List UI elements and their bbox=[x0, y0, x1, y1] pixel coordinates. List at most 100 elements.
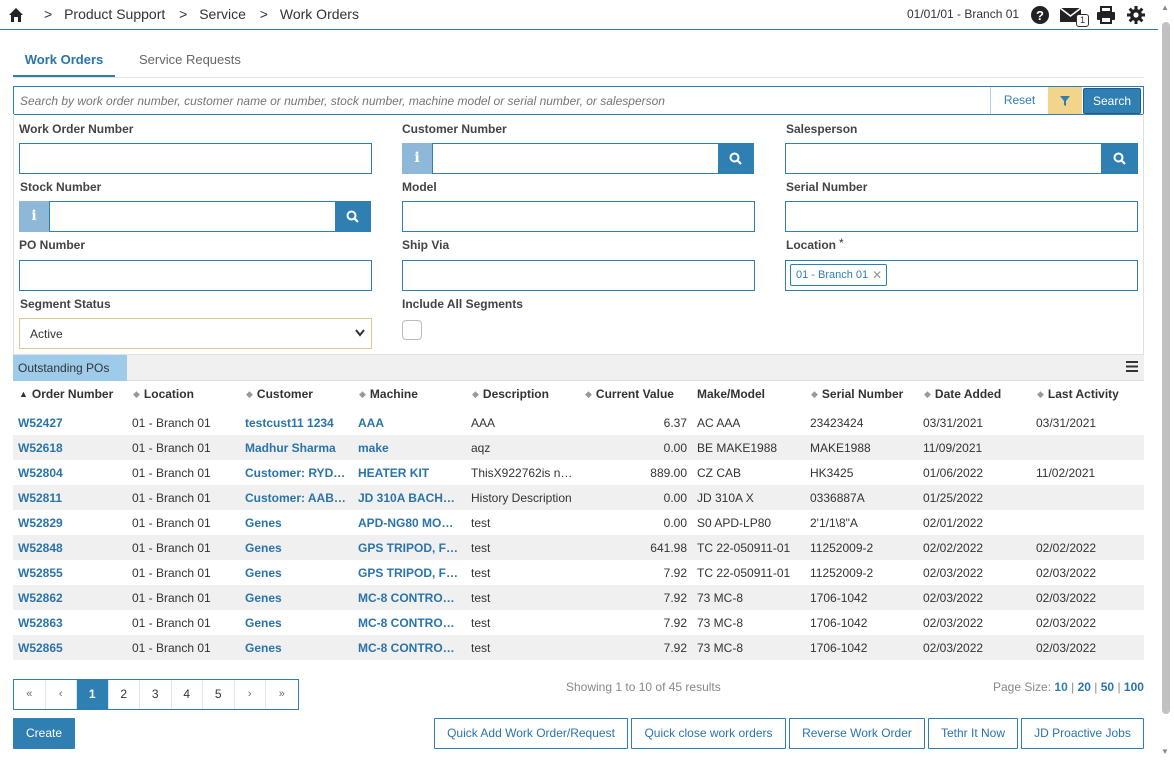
last-page-button[interactable]: » bbox=[266, 680, 298, 709]
page-4-button[interactable]: 4 bbox=[171, 680, 203, 709]
reset-button[interactable]: Reset bbox=[990, 87, 1048, 114]
branch-label[interactable]: 01/01/01 - Branch 01 bbox=[907, 7, 1019, 21]
customer-link[interactable]: Madhur Sharma bbox=[245, 441, 353, 455]
machine-link[interactable]: APD-NG80 MO… bbox=[358, 516, 458, 530]
quick-add-work-order-button[interactable]: Quick Add Work Order/Request bbox=[434, 718, 628, 749]
next-page-button[interactable]: › bbox=[234, 680, 266, 709]
home-icon[interactable] bbox=[8, 7, 24, 23]
tab-service-requests[interactable]: Service Requests bbox=[139, 52, 241, 67]
column-header-description[interactable]: ◆ Description bbox=[472, 387, 549, 401]
scroll-up-arrow[interactable]: ▲ bbox=[1161, 3, 1169, 12]
order-number-link[interactable]: W52865 bbox=[18, 641, 126, 655]
segment-status-select[interactable]: Active bbox=[19, 318, 372, 349]
machine-link[interactable]: make bbox=[358, 441, 458, 455]
machine-link[interactable]: MC-8 CONTRO… bbox=[358, 591, 458, 605]
menu-icon[interactable] bbox=[1126, 361, 1138, 372]
ship-via-input[interactable] bbox=[402, 260, 755, 291]
po-number-input[interactable] bbox=[19, 260, 372, 291]
quick-close-work-orders-button[interactable]: Quick close work orders bbox=[631, 718, 786, 749]
page-size-10[interactable]: 10 bbox=[1054, 680, 1067, 694]
search-button[interactable]: Search bbox=[1083, 88, 1141, 114]
order-number-link[interactable]: W52811 bbox=[18, 491, 126, 505]
page-size-50[interactable]: 50 bbox=[1101, 680, 1114, 694]
serial-number-input[interactable] bbox=[785, 201, 1138, 232]
include-all-segments-checkbox[interactable] bbox=[402, 320, 422, 340]
customer-link[interactable]: Genes bbox=[245, 516, 353, 530]
column-header-customer[interactable]: ◆ Customer bbox=[246, 387, 313, 401]
search-input[interactable] bbox=[14, 87, 990, 114]
customer-link[interactable]: testcust11 1234 bbox=[245, 416, 353, 430]
order-number-link[interactable]: W52427 bbox=[18, 416, 126, 430]
page-5-button[interactable]: 5 bbox=[203, 680, 235, 709]
breadcrumb-service[interactable]: Service bbox=[199, 6, 246, 22]
info-icon[interactable]: i bbox=[402, 143, 432, 174]
location-tag-label: 01 - Branch 01 bbox=[796, 269, 869, 281]
stock-lookup-button[interactable] bbox=[335, 201, 371, 232]
customer-lookup-button[interactable] bbox=[718, 143, 754, 174]
order-number-link[interactable]: W52855 bbox=[18, 566, 126, 580]
help-icon[interactable]: ? bbox=[1030, 5, 1050, 25]
column-header-current-value[interactable]: ◆ Current Value bbox=[585, 387, 674, 401]
reverse-work-order-button[interactable]: Reverse Work Order bbox=[789, 718, 925, 749]
page-1-button[interactable]: 1 bbox=[77, 680, 109, 709]
order-number-link[interactable]: W52804 bbox=[18, 466, 126, 480]
order-number-link[interactable]: W52829 bbox=[18, 516, 126, 530]
column-header-order-number[interactable]: ▲ Order Number bbox=[19, 387, 113, 401]
column-header-location[interactable]: ◆ Location bbox=[133, 387, 194, 401]
customer-link[interactable]: Genes bbox=[245, 566, 353, 580]
serial-number-cell: MAKE1988 bbox=[810, 441, 871, 455]
salesperson-lookup-button[interactable] bbox=[1102, 143, 1138, 174]
page-2-button[interactable]: 2 bbox=[108, 680, 140, 709]
column-header-date-added[interactable]: ◆ Date Added bbox=[924, 387, 1001, 401]
machine-link[interactable]: MC-8 CONTRO… bbox=[358, 641, 458, 655]
sort-icon: ◆ bbox=[359, 389, 366, 399]
table-row: W52855 01 - Branch 01 Genes GPS TRIPOD, … bbox=[13, 560, 1144, 585]
first-page-button[interactable]: « bbox=[14, 680, 46, 709]
order-number-link[interactable]: W52863 bbox=[18, 616, 126, 630]
gear-icon[interactable] bbox=[1126, 5, 1146, 25]
machine-link[interactable]: HEATER KIT bbox=[358, 466, 458, 480]
page-size-100[interactable]: 100 bbox=[1124, 680, 1144, 694]
print-icon[interactable] bbox=[1096, 5, 1116, 25]
info-icon[interactable]: i bbox=[19, 201, 49, 232]
customer-link[interactable]: Genes bbox=[245, 591, 353, 605]
machine-link[interactable]: GPS TRIPOD, F… bbox=[358, 566, 458, 580]
tethr-it-now-button[interactable]: Tethr It Now bbox=[928, 718, 1018, 749]
stock-number-input[interactable] bbox=[49, 201, 336, 232]
column-header-last-activity[interactable]: ◆ Last Activity bbox=[1037, 387, 1119, 401]
order-number-link[interactable]: W52618 bbox=[18, 441, 126, 455]
order-number-link[interactable]: W52862 bbox=[18, 591, 126, 605]
machine-link[interactable]: MC-8 CONTRO… bbox=[358, 616, 458, 630]
order-number-link[interactable]: W52848 bbox=[18, 541, 126, 555]
column-header-serial-number[interactable]: ◆ Serial Number bbox=[811, 387, 903, 401]
column-header-make-model[interactable]: Make/Model bbox=[697, 387, 765, 401]
location-cell: 01 - Branch 01 bbox=[132, 466, 211, 480]
work-order-number-input[interactable] bbox=[19, 143, 372, 174]
close-icon[interactable]: ✕ bbox=[872, 265, 882, 285]
machine-link[interactable]: GPS TRIPOD, F… bbox=[358, 541, 458, 555]
search-icon bbox=[729, 152, 742, 165]
machine-link[interactable]: AAA bbox=[358, 416, 458, 430]
machine-link[interactable]: JD 310A BACH… bbox=[358, 491, 458, 505]
tab-work-orders[interactable]: Work Orders bbox=[13, 52, 115, 78]
customer-link[interactable]: Genes bbox=[245, 616, 353, 630]
customer-link[interactable]: Genes bbox=[245, 541, 353, 555]
breadcrumb-product-support[interactable]: Product Support bbox=[64, 6, 165, 22]
customer-link[interactable]: Genes bbox=[245, 641, 353, 655]
jd-proactive-jobs-button[interactable]: JD Proactive Jobs bbox=[1021, 718, 1144, 749]
previous-page-button[interactable]: ‹ bbox=[45, 680, 77, 709]
model-input[interactable] bbox=[402, 201, 755, 232]
customer-link[interactable]: Customer: AAB… bbox=[245, 491, 353, 505]
create-button[interactable]: Create bbox=[13, 718, 75, 749]
scrollbar-thumb[interactable] bbox=[1162, 22, 1170, 714]
customer-number-input[interactable] bbox=[432, 143, 719, 174]
page-size-20[interactable]: 20 bbox=[1078, 680, 1091, 694]
top-bar: > Product Support > Service > Work Order… bbox=[0, 0, 1158, 30]
serial-number-cell: 2'1/1\8"A bbox=[810, 516, 858, 530]
scroll-down-arrow[interactable]: ▼ bbox=[1161, 747, 1169, 756]
column-header-machine[interactable]: ◆ Machine bbox=[359, 387, 418, 401]
filter-toggle-button[interactable] bbox=[1048, 87, 1082, 114]
salesperson-input[interactable] bbox=[785, 143, 1102, 174]
customer-link[interactable]: Customer: RYD… bbox=[245, 466, 353, 480]
page-3-button[interactable]: 3 bbox=[140, 680, 172, 709]
